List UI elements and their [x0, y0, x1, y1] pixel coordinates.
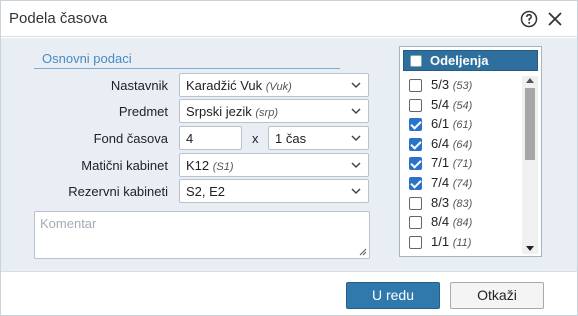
class-list-item[interactable]: 6/4 (64): [409, 135, 521, 154]
class-list-item[interactable]: 8/3 (83): [409, 194, 521, 213]
dialog-window: Podela časova Osnovni podaci Nastavnik K…: [0, 0, 578, 316]
teacher-select[interactable]: Karadžić Vuk (Vuk): [179, 73, 369, 97]
class-label: 6/4 (64): [431, 135, 473, 151]
class-list-item[interactable]: 8/4 (84): [409, 213, 521, 232]
help-icon[interactable]: [520, 10, 538, 28]
chevron-down-icon: [351, 82, 361, 89]
class-checkbox[interactable]: [409, 98, 422, 112]
chevron-down-icon: [351, 135, 361, 142]
main-room-label: Matični kabinet: [81, 158, 168, 173]
main-room-select[interactable]: K12 (S1): [179, 153, 369, 177]
reserve-rooms-value: S2, E2: [186, 184, 226, 199]
resize-handle-icon[interactable]: [359, 248, 367, 256]
cancel-button[interactable]: Otkaži: [450, 282, 544, 309]
select-all-checkbox[interactable]: [410, 55, 422, 67]
class-label: 5/3 (53): [431, 77, 473, 92]
hour-unit-select[interactable]: 1 čas: [268, 126, 369, 150]
reserve-rooms-select[interactable]: S2, E2: [179, 179, 369, 203]
class-checkbox[interactable]: [409, 79, 422, 92]
main-room-value: K12 (S1): [186, 158, 234, 173]
section-title: Osnovni podaci: [42, 51, 132, 66]
comment-textarea[interactable]: Komentar: [34, 211, 370, 259]
dialog-footer: U redu Otkaži: [1, 271, 577, 315]
reserve-rooms-label: Rezervni kabineti: [68, 184, 168, 199]
chevron-down-icon: [351, 108, 361, 115]
subject-select[interactable]: Srpski jezik (srp): [179, 99, 369, 123]
close-icon[interactable]: [546, 10, 564, 28]
scroll-thumb[interactable]: [525, 88, 535, 160]
classes-header: Odeljenja: [403, 50, 538, 71]
class-label: 1/1 (11): [431, 233, 472, 249]
class-list-item[interactable]: 5/3 (53): [409, 76, 521, 95]
hour-unit-value: 1 čas: [275, 131, 307, 146]
class-list-item[interactable]: 7/4 (74): [409, 174, 521, 193]
teacher-value: Karadžić Vuk (Vuk): [186, 78, 292, 93]
class-checkbox[interactable]: [409, 196, 422, 210]
class-checkbox[interactable]: [409, 137, 422, 151]
teacher-label: Nastavnik: [110, 78, 168, 93]
title-bar: Podela časova: [1, 1, 577, 37]
classes-listbox: Odeljenja 5/3 (53) 5/4 (54) 6/1 (61) 6/4 (6…: [399, 46, 542, 257]
classes-list: 5/3 (53) 5/4 (54) 6/1 (61) 6/4 (64) 7/1 (71)…: [403, 76, 521, 254]
class-label: 8/4 (84): [431, 214, 473, 230]
scroll-up-icon[interactable]: [526, 78, 534, 83]
class-list-item[interactable]: 1/1 (11): [409, 233, 521, 252]
class-checkbox[interactable]: [409, 235, 422, 249]
hours-label: Fond časova: [93, 131, 168, 146]
times-label: x: [252, 131, 259, 146]
hours-input[interactable]: 4: [179, 126, 242, 150]
class-label: 7/1 (71): [431, 155, 473, 171]
class-list-item[interactable]: 7/1 (71): [409, 154, 521, 173]
class-list-item[interactable]: 5/4 (54): [409, 96, 521, 115]
class-label: 8/3 (83): [431, 194, 473, 210]
classes-header-label: Odeljenja: [430, 53, 489, 68]
chevron-down-icon: [351, 162, 361, 169]
subject-label: Predmet: [118, 104, 168, 119]
class-label: 6/1 (61): [431, 116, 473, 132]
class-checkbox[interactable]: [409, 118, 422, 132]
class-label: 5/4 (54): [431, 96, 473, 112]
comment-placeholder: Komentar: [40, 216, 97, 231]
class-label: 7/4 (74): [431, 175, 473, 190]
classes-scrollbar[interactable]: [522, 76, 538, 254]
class-checkbox[interactable]: [409, 157, 422, 171]
class-checkbox[interactable]: [409, 216, 422, 230]
hours-value: 4: [186, 131, 194, 146]
scroll-down-icon[interactable]: [526, 246, 534, 251]
dialog-title: Podela časova: [9, 10, 108, 27]
chevron-down-icon: [351, 188, 361, 195]
class-list-item[interactable]: 6/1 (61): [409, 115, 521, 134]
class-checkbox[interactable]: [409, 177, 422, 190]
subject-value: Srpski jezik (srp): [186, 104, 278, 119]
section-divider: [34, 68, 340, 69]
ok-button[interactable]: U redu: [346, 282, 440, 309]
